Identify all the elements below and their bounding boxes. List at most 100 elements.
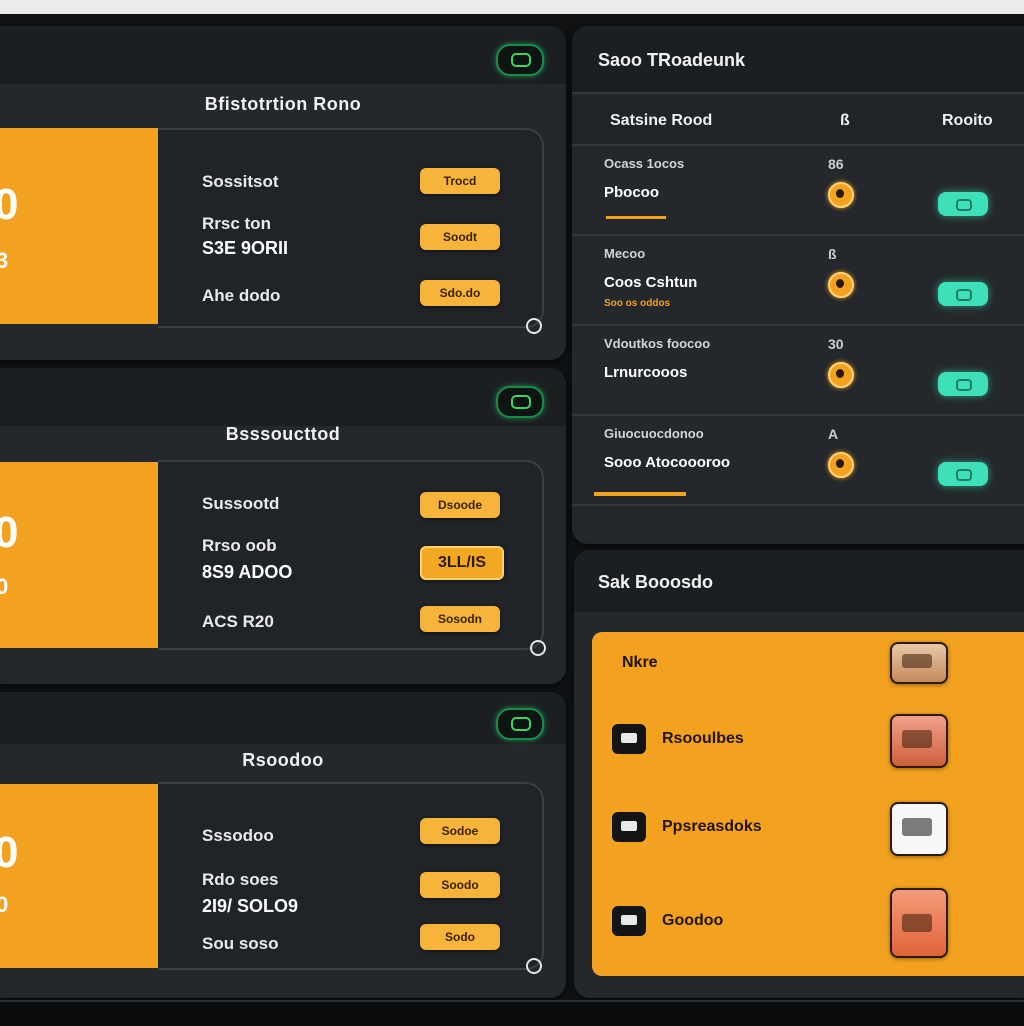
summary-card-2: Bsssoucttod 0 0 Sussootd Dsoode Rrso oob… (0, 368, 566, 684)
list-item[interactable]: Rsooulbes (592, 696, 1024, 782)
row-subtitle: Soo os oddos (604, 298, 671, 309)
card-title: Rsoodoo (242, 750, 324, 770)
item-thumbnail[interactable] (890, 714, 948, 768)
detail-label: Sossitsot (202, 172, 279, 191)
item-thumbnail[interactable] (890, 888, 948, 958)
row-count: A (828, 426, 839, 442)
table-row[interactable]: Ocass 1ocos Pbocoo 86 (572, 146, 1024, 236)
items-panel: Sak Booosdo Nkre Rsooulbes Ppsreasdoks G… (574, 550, 1024, 998)
detail-action-button[interactable]: Soodo (420, 872, 500, 898)
column-header-name[interactable]: Satsine Rood (610, 112, 712, 130)
coin-icon (828, 362, 854, 388)
card-header (0, 26, 566, 84)
card-title: Bsssoucttod (225, 424, 341, 444)
card-title: Bfistotrtion Rono (204, 94, 362, 114)
coin-icon (828, 182, 854, 208)
row-name: Pbocoo (604, 184, 659, 201)
highlight-block: 0 0 (0, 462, 158, 648)
thumbnail-image-icon (902, 914, 932, 932)
card-detail-panel: Sussootd Dsoode Rrso oob 8S9 ADOO 3LL/IS… (158, 460, 544, 650)
row-count: ß (828, 246, 837, 262)
item-label: Ppsreasdoks (662, 818, 762, 835)
detail-action-button[interactable]: Sosodn (420, 606, 500, 632)
detail-label: Ahe dodo (202, 286, 281, 305)
refresh-icon[interactable] (526, 958, 542, 974)
item-icon (612, 724, 646, 754)
detail-action-button[interactable]: Trocd (420, 168, 500, 194)
highlight-value: 0 (0, 828, 19, 877)
thumbnail-image-icon (902, 730, 932, 748)
detail-action-button[interactable]: Sodo (420, 924, 500, 950)
column-header-status[interactable]: Rooito (942, 112, 993, 130)
summary-card-3: Rsoodoo 0 0 Sssodoo Sodoe Rdo soes 2I9/ … (0, 692, 566, 998)
toggle-icon[interactable] (496, 708, 544, 740)
row-name: Sooo Atocoooroo (604, 454, 731, 471)
detail-label: Sussootd (202, 494, 280, 513)
detail-label: Sssodoo (202, 826, 274, 845)
detail-action-button[interactable]: Sodoe (420, 818, 500, 844)
summary-card-1: Bfistotrtion Rono 0 3 Sossitsot Trocd Rr… (0, 26, 566, 360)
item-icon (612, 812, 646, 842)
window-bottom-strip (0, 1000, 1024, 1026)
card-header (0, 368, 566, 426)
thumbnail-image-icon (902, 654, 932, 668)
row-name: Lrnurcooos (604, 364, 688, 381)
status-toggle[interactable] (938, 282, 988, 306)
table-row[interactable]: Giuocuocdonoo Sooo Atocoooroo A (572, 416, 1024, 506)
coin-icon (828, 272, 854, 298)
item-label: Goodoo (662, 912, 724, 929)
table-row[interactable]: Vdoutkos foocoo Lrnurcooos 30 (572, 326, 1024, 416)
thumbnail-image-icon (902, 818, 932, 836)
row-count: 30 (828, 336, 844, 352)
detail-value: S3E 9ORII (202, 238, 289, 258)
highlight-sub-value: 0 (0, 574, 9, 599)
detail-action-button[interactable]: Dsoode (420, 492, 500, 518)
list-item[interactable]: Ppsreasdoks (592, 784, 1024, 870)
item-thumbnail[interactable] (890, 802, 948, 856)
row-label: Mecoo (604, 246, 646, 261)
item-icon (612, 906, 646, 936)
item-label: Rsooulbes (662, 730, 744, 747)
refresh-icon[interactable] (526, 318, 542, 334)
panel-title: Saoo TRoadeunk (598, 50, 746, 70)
row-label: Giuocuocdonoo (604, 426, 704, 441)
status-toggle[interactable] (938, 192, 988, 216)
card-detail-panel: Sssodoo Sodoe Rdo soes 2I9/ SOLO9 Soodo … (158, 782, 544, 970)
table-header: Satsine Rood ß Rooito (572, 96, 1024, 146)
detail-action-button[interactable]: 3LL/IS (420, 546, 504, 580)
detail-label: Rrso oob (202, 536, 277, 555)
item-thumbnail[interactable] (890, 642, 948, 684)
card-detail-panel: Sossitsot Trocd Rrsc ton S3E 9ORII Soodt… (158, 128, 544, 328)
toggle-icon[interactable] (496, 386, 544, 418)
items-list: Nkre Rsooulbes Ppsreasdoks Goodoo (592, 632, 1024, 976)
detail-label: Sou soso (202, 934, 279, 953)
status-toggle[interactable] (938, 372, 988, 396)
detail-label: ACS R20 (202, 612, 274, 631)
detail-label: Rdo soes (202, 870, 279, 889)
detail-value: 2I9/ SOLO9 (202, 896, 299, 916)
highlight-block: 0 3 (0, 128, 158, 324)
highlight-sub-value: 3 (0, 248, 9, 273)
table-row[interactable]: Mecoo Coos Cshtun Soo os oddos ß (572, 236, 1024, 326)
highlight-block: 0 0 (0, 784, 158, 968)
highlight-sub-value: 0 (0, 892, 9, 917)
detail-action-button[interactable]: Soodt (420, 224, 500, 250)
detail-action-button[interactable]: Sdo.do (420, 280, 500, 306)
row-name: Coos Cshtun (604, 274, 698, 291)
leaderboard-panel: Saoo TRoadeunk Satsine Rood ß Rooito Oca… (572, 26, 1024, 544)
row-label: Ocass 1ocos (604, 156, 685, 171)
status-toggle[interactable] (938, 462, 988, 486)
panel-title: Sak Booosdo (598, 572, 714, 592)
row-progress-bar (594, 492, 686, 496)
detail-label: Rrsc ton (202, 214, 271, 233)
column-header-count[interactable]: ß (840, 112, 850, 130)
highlight-value: 0 (0, 508, 19, 557)
toggle-icon[interactable] (496, 44, 544, 76)
row-label: Vdoutkos foocoo (604, 336, 711, 351)
window-top-strip (0, 0, 1024, 14)
refresh-icon[interactable] (530, 640, 546, 656)
list-item[interactable]: Goodoo (592, 878, 1024, 964)
item-label: Nkre (622, 654, 658, 671)
row-count: 86 (828, 156, 844, 172)
card-header (0, 692, 566, 744)
